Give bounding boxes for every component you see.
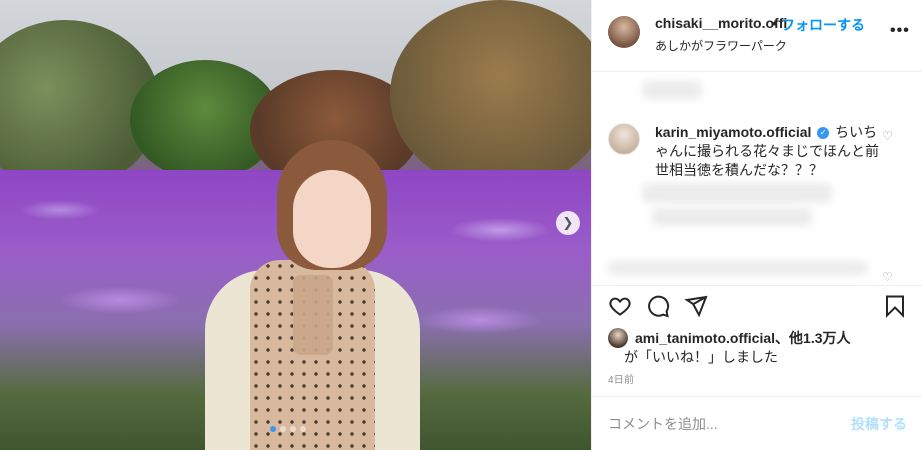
add-comment-bar: 投稿する — [592, 396, 922, 450]
comment-text-block: karin_miyamoto.official ✓ ちいちゃんに撮られる花々まじ… — [655, 123, 880, 180]
comment-like-heart-icon[interactable]: ♡ — [882, 129, 893, 143]
follow-button[interactable]: フォローする — [781, 15, 865, 35]
likes-suffix: が「いいね！」しました — [624, 349, 778, 365]
blurred-content — [652, 208, 812, 226]
verified-badge-icon: ✓ — [817, 127, 830, 140]
carousel-dot — [290, 426, 296, 432]
chevron-right-icon: ❯ — [562, 215, 574, 230]
likes-count[interactable]: 、他1.3万人 — [775, 330, 850, 346]
blurred-content — [642, 81, 702, 99]
post-header: chisaki__morito.offi • フォローする あしかがフラワーパー… — [592, 0, 922, 72]
post-actions-bar — [592, 285, 922, 325]
likes-line: ami_tanimoto.official、他1.3万人 — [635, 328, 851, 348]
likes-summary: ami_tanimoto.official、他1.3万人 が「いいね！」しました — [608, 326, 908, 365]
photo-person — [205, 140, 420, 450]
blurred-content — [608, 261, 868, 275]
post-date[interactable]: 4日前 — [608, 371, 634, 386]
comment-input[interactable] — [608, 413, 838, 435]
post-photo[interactable]: ❯ — [0, 0, 591, 450]
comment-like-heart-icon[interactable]: ♡ — [882, 270, 893, 284]
carousel-dot — [270, 426, 276, 432]
commenter-username[interactable]: karin_miyamoto.official — [655, 124, 811, 140]
save-button[interactable] — [881, 292, 909, 320]
like-button[interactable] — [606, 292, 634, 320]
post-comment-button[interactable]: 投稿する — [851, 414, 907, 434]
header-separator: • — [772, 15, 777, 31]
photo-bow — [293, 275, 333, 355]
post-location[interactable]: あしかがフラワーパーク — [655, 37, 787, 54]
carousel-dot — [280, 426, 286, 432]
carousel-next-button[interactable]: ❯ — [556, 211, 580, 235]
share-button[interactable] — [682, 292, 710, 320]
liker-username[interactable]: ami_tanimoto.official — [635, 330, 775, 346]
author-username[interactable]: chisaki__morito.offi — [655, 15, 787, 31]
comment-button[interactable] — [644, 292, 672, 320]
carousel-dot — [300, 426, 306, 432]
bookmark-icon — [886, 295, 904, 318]
heart-icon — [609, 297, 631, 316]
author-avatar[interactable] — [608, 16, 640, 48]
paper-plane-icon — [684, 295, 708, 318]
more-options-icon[interactable]: ••• — [890, 22, 910, 40]
comments-list[interactable]: karin_miyamoto.official ✓ ちいちゃんに撮られる花々まじ… — [592, 73, 922, 285]
comment-bubble-icon — [648, 295, 670, 318]
blurred-content — [642, 183, 832, 203]
photo-face — [293, 170, 371, 268]
post-side-panel: chisaki__morito.offi • フォローする あしかがフラワーパー… — [591, 0, 922, 450]
commenter-avatar[interactable] — [608, 123, 640, 155]
photo-tree — [390, 0, 591, 190]
instagram-post-dialog: ❯ chisaki__morito.offi • フォローする あしかがフラワー… — [0, 0, 922, 450]
carousel-dots — [270, 426, 306, 432]
liker-avatar[interactable] — [608, 328, 628, 348]
